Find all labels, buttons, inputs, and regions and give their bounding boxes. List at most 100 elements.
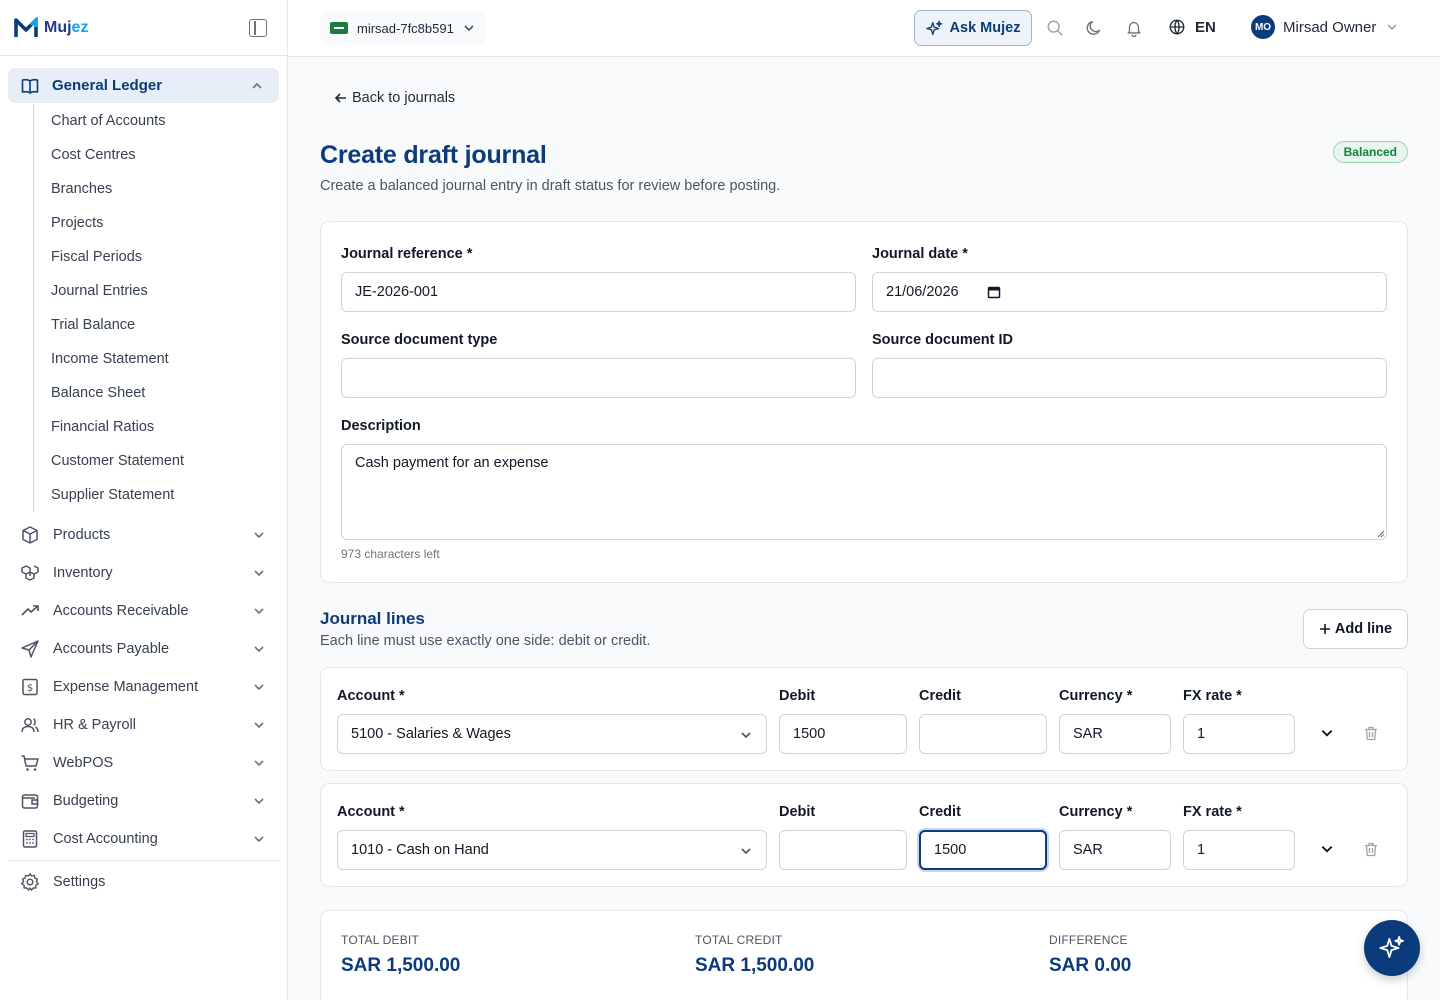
user-name: Mirsad Owner bbox=[1283, 18, 1377, 36]
journal-line-row: Account * 1010 - Cash on Hand Debit Cred… bbox=[320, 783, 1408, 887]
sidebar-group-label: Expense Management bbox=[53, 679, 199, 695]
users-icon bbox=[21, 718, 39, 733]
ask-mujez-button[interactable]: Ask Mujez bbox=[914, 10, 1032, 46]
boxes-icon bbox=[21, 565, 39, 581]
sidebar-group-accounts-payable[interactable]: Accounts Payable bbox=[0, 630, 287, 668]
org-name: mirsad-7fc8b591 bbox=[357, 20, 454, 36]
totals-card: TOTAL DEBIT SAR 1,500.00 TOTAL CREDIT SA… bbox=[320, 910, 1408, 1000]
sidebar-item-financial-ratios[interactable]: Financial Ratios bbox=[34, 410, 287, 444]
journal-date-label: Journal date * bbox=[872, 246, 968, 262]
sidebar-item-trial-balance[interactable]: Trial Balance bbox=[34, 308, 287, 342]
plus-icon bbox=[1319, 624, 1330, 634]
org-switcher[interactable]: mirsad-7fc8b591 bbox=[320, 11, 485, 45]
cart-icon bbox=[21, 755, 39, 771]
sidebar-group-label: Products bbox=[53, 527, 111, 543]
status-badge: Balanced bbox=[1332, 141, 1408, 163]
total-debit-label: TOTAL DEBIT bbox=[341, 933, 419, 947]
main-content: Back to journals Create draft journal Cr… bbox=[288, 57, 1440, 1000]
sidebar-group-expense-management[interactable]: $ Expense Management bbox=[0, 668, 287, 706]
chevron-down-icon bbox=[741, 848, 751, 855]
journal-line-row: Account * 5100 - Salaries & Wages Debit … bbox=[320, 667, 1408, 771]
user-menu[interactable]: MO Mirsad Owner bbox=[1251, 15, 1398, 39]
logo-m-icon bbox=[14, 16, 38, 37]
chevron-down-icon bbox=[254, 532, 264, 539]
description-textarea[interactable]: Cash payment for an expense bbox=[341, 444, 1387, 540]
sidebar-collapse-icon[interactable] bbox=[249, 19, 267, 37]
sidebar-group-inventory[interactable]: Inventory bbox=[0, 554, 287, 592]
expand-chevron-icon[interactable] bbox=[1320, 726, 1334, 740]
chevron-up-icon bbox=[252, 82, 262, 89]
sidebar-item-income-statement[interactable]: Income Statement bbox=[34, 342, 287, 376]
trash-icon[interactable] bbox=[1364, 842, 1378, 857]
account-select[interactable]: 5100 - Salaries & Wages bbox=[337, 714, 767, 754]
source-document-id-label: Source document ID bbox=[872, 332, 1013, 348]
svg-text:$: $ bbox=[27, 683, 33, 694]
credit-label: Credit bbox=[919, 688, 961, 704]
arrow-left-icon bbox=[334, 93, 346, 103]
chevron-down-icon bbox=[254, 684, 264, 691]
back-to-journals-link[interactable]: Back to journals bbox=[334, 90, 455, 106]
journal-header-card: Journal reference * JE-2026-001 Journal … bbox=[320, 221, 1408, 583]
sidebar-group-hr-payroll[interactable]: HR & Payroll bbox=[0, 706, 287, 744]
currency-input[interactable]: SAR bbox=[1059, 714, 1171, 754]
sidebar-item-projects[interactable]: Projects bbox=[34, 206, 287, 240]
total-credit-label: TOTAL CREDIT bbox=[695, 933, 783, 947]
resize-handle-icon[interactable] bbox=[1377, 530, 1385, 538]
moon-icon[interactable] bbox=[1085, 19, 1103, 37]
sidebar-item-branches[interactable]: Branches bbox=[34, 172, 287, 206]
sidebar-item-balance-sheet[interactable]: Balance Sheet bbox=[34, 376, 287, 410]
fx-rate-input[interactable]: 1 bbox=[1183, 714, 1295, 754]
calculator-icon bbox=[22, 830, 38, 848]
sidebar-group-label: Accounts Payable bbox=[53, 641, 170, 657]
sidebar-group-webpos[interactable]: WebPOS bbox=[0, 744, 287, 782]
page-subtitle: Create a balanced journal entry in draft… bbox=[320, 178, 781, 194]
sidebar-group-label: HR & Payroll bbox=[53, 717, 136, 733]
sidebar-group-label: Inventory bbox=[53, 565, 113, 581]
sidebar-item-cost-centres[interactable]: Cost Centres bbox=[34, 138, 287, 172]
sidebar-group-label: Budgeting bbox=[53, 793, 119, 809]
add-line-button[interactable]: Add line bbox=[1303, 609, 1408, 649]
receipt-icon: $ bbox=[22, 678, 38, 696]
debit-input[interactable]: 1500 bbox=[779, 714, 907, 754]
sparkles-icon bbox=[1379, 936, 1404, 959]
total-debit-value: SAR 1,500.00 bbox=[341, 955, 461, 976]
sidebar-group-budgeting[interactable]: Budgeting bbox=[0, 782, 287, 820]
sidebar-group-cost-accounting[interactable]: Cost Accounting bbox=[0, 820, 287, 858]
avatar: MO bbox=[1251, 15, 1275, 39]
sidebar-item-settings[interactable]: Settings bbox=[0, 863, 287, 901]
source-document-id-input[interactable] bbox=[872, 358, 1387, 398]
credit-input[interactable] bbox=[919, 714, 1047, 754]
source-document-type-label: Source document type bbox=[341, 332, 498, 348]
sidebar-group-accounts-receivable[interactable]: Accounts Receivable bbox=[0, 592, 287, 630]
source-document-type-input[interactable] bbox=[341, 358, 856, 398]
journal-date-input[interactable]: 21/06/2026 bbox=[872, 272, 1387, 312]
currency-input[interactable]: SAR bbox=[1059, 830, 1171, 870]
sidebar-item-journal-entries[interactable]: Journal Entries bbox=[34, 274, 287, 308]
trash-icon[interactable] bbox=[1364, 726, 1378, 741]
description-label: Description bbox=[341, 418, 421, 434]
sidebar-item-supplier-statement[interactable]: Supplier Statement bbox=[34, 478, 287, 512]
sidebar-item-chart-of-accounts[interactable]: Chart of Accounts bbox=[34, 104, 287, 138]
language-switcher[interactable]: EN bbox=[1168, 18, 1216, 36]
sidebar-item-fiscal-periods[interactable]: Fiscal Periods bbox=[34, 240, 287, 274]
account-select[interactable]: 1010 - Cash on Hand bbox=[337, 830, 767, 870]
journal-reference-label: Journal reference * bbox=[341, 246, 473, 262]
fx-rate-label: FX rate * bbox=[1183, 688, 1242, 704]
account-label: Account * bbox=[337, 688, 405, 704]
fx-rate-input[interactable]: 1 bbox=[1183, 830, 1295, 870]
ai-assistant-fab[interactable] bbox=[1364, 920, 1420, 976]
chevron-down-icon bbox=[254, 646, 264, 653]
search-icon[interactable] bbox=[1046, 19, 1064, 37]
account-value: 5100 - Salaries & Wages bbox=[351, 726, 511, 742]
expand-chevron-icon[interactable] bbox=[1320, 842, 1334, 856]
sidebar-group-general-ledger[interactable]: General Ledger bbox=[8, 68, 279, 103]
bell-icon[interactable] bbox=[1125, 19, 1143, 37]
sidebar-group-products[interactable]: Products bbox=[0, 516, 287, 554]
calendar-icon bbox=[987, 286, 1000, 299]
sidebar-item-customer-statement[interactable]: Customer Statement bbox=[34, 444, 287, 478]
debit-label: Debit bbox=[779, 804, 816, 820]
journal-reference-input[interactable]: JE-2026-001 bbox=[341, 272, 856, 312]
debit-input[interactable] bbox=[779, 830, 907, 870]
credit-input[interactable]: 1500 bbox=[919, 830, 1047, 870]
app-logo[interactable]: Mujez bbox=[14, 16, 88, 39]
